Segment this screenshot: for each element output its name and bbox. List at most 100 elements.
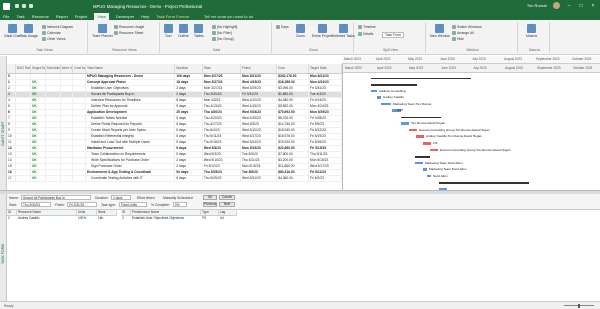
pred-row-name[interactable]: Establish User Objectives Objectives <box>131 216 201 221</box>
target-indicator[interactable]: OK <box>30 175 46 182</box>
task-usage-button[interactable]: Task Usage <box>20 24 38 38</box>
highlight-dropdown[interactable]: [No Highlight] <box>212 25 237 29</box>
target-date[interactable]: Fri 6/2/23 <box>308 175 342 182</box>
gantt-bar[interactable] <box>439 182 529 184</box>
pred-row-id[interactable]: 2 <box>121 216 131 221</box>
zoom-button[interactable]: Zoom <box>296 24 305 38</box>
timeline-checkbox[interactable]: Timeline <box>358 25 376 29</box>
cancel-button[interactable]: Cancel <box>219 195 235 200</box>
gantt-chart-button[interactable]: Gantt Chart <box>4 24 22 38</box>
save-icon[interactable] <box>15 4 19 8</box>
task-name[interactable]: Coordinate Testing Activities with IT <box>85 175 176 182</box>
gantt-bar[interactable] <box>415 156 430 158</box>
col-cost-ind-header[interactable]: Cost Ind. <box>72 64 87 74</box>
tab-project[interactable]: Project <box>75 14 87 19</box>
switch-windows-button[interactable]: Switch Windows <box>452 25 482 29</box>
next-button[interactable]: Next <box>219 202 235 207</box>
col-id-header[interactable] <box>7 64 17 74</box>
gantt-bar[interactable] <box>401 122 409 125</box>
col-start-header[interactable]: Start <box>202 64 242 74</box>
tab-task-form-format[interactable]: Task Form Format <box>156 14 188 19</box>
details-checkbox[interactable]: Details <box>358 32 373 36</box>
undo-icon[interactable] <box>22 4 26 8</box>
tab-file[interactable]: File <box>3 14 9 19</box>
gantt-bar[interactable] <box>423 168 427 171</box>
timeline-strip[interactable]: March 2023 April 2023 May 2023 June 2023… <box>342 56 600 64</box>
team-planner-button[interactable]: Team Planner <box>92 24 113 38</box>
tab-task[interactable]: Task <box>16 14 24 19</box>
selected-tasks-button[interactable]: Selected Tasks <box>332 24 355 38</box>
start-date[interactable]: Thu 5/25/23 <box>202 175 242 182</box>
col-schedule-header[interactable]: Schedule Ind. <box>45 64 61 74</box>
manually-scheduled-checkbox[interactable]: Manually Scheduled <box>163 196 193 200</box>
gantt-bar[interactable] <box>423 142 431 145</box>
res-row-work[interactable]: 16h <box>97 216 117 221</box>
tab-report[interactable]: Report <box>56 14 68 19</box>
res-row-name[interactable]: Andrey Castillo <box>17 216 77 221</box>
effort-driven-checkbox[interactable]: Effort driven <box>137 196 155 200</box>
tab-help[interactable]: Help <box>141 14 149 19</box>
hide-button[interactable]: Hide <box>452 37 464 41</box>
tables-button[interactable]: Tables <box>194 24 204 38</box>
finish-field[interactable]: Fri 3/31/23 <box>67 202 97 207</box>
zoom-slider-handle[interactable] <box>578 303 580 308</box>
res-row-units[interactable]: 100% <box>77 216 97 221</box>
schedule-indicator[interactable] <box>45 175 61 182</box>
task-type-dropdown[interactable]: Fixed Units <box>119 202 147 207</box>
gantt-bar[interactable] <box>416 135 424 138</box>
col-task-name-header[interactable]: Task Name <box>85 64 176 74</box>
gantt-bar[interactable] <box>409 128 417 132</box>
redo-icon[interactable] <box>29 4 33 8</box>
pred-row-lag[interactable]: 0d <box>219 216 237 221</box>
col-finish-header[interactable]: Finish <box>240 64 278 74</box>
gantt-bar[interactable] <box>381 102 391 106</box>
res-row-id[interactable]: 2 <box>7 216 17 221</box>
gantt-bar[interactable] <box>430 148 438 152</box>
sort-button[interactable]: Sort <box>164 24 173 38</box>
tab-developer[interactable]: Developer <box>116 14 134 19</box>
avatar[interactable] <box>553 2 560 9</box>
tab-resource[interactable]: Resource <box>32 14 49 19</box>
cost[interactable]: $4,360.00 <box>276 175 309 182</box>
gantt-bar[interactable] <box>371 77 471 80</box>
maximize-icon[interactable]: □ <box>578 3 584 9</box>
tab-view[interactable]: View <box>94 12 109 20</box>
gantt-bar[interactable] <box>377 96 381 99</box>
col-work-header[interactable]: Work Ind. <box>60 64 74 74</box>
timescale-dropdown[interactable]: Days <box>276 25 289 29</box>
group-by-dropdown[interactable]: [No Group] <box>212 37 234 41</box>
col-duration-header[interactable]: Duration <box>174 64 203 74</box>
close-icon[interactable]: × <box>590 3 596 9</box>
pred-row-type[interactable]: FS <box>201 216 219 221</box>
resource-sheet-button[interactable]: Resource Sheet <box>114 31 143 35</box>
start-field[interactable]: Thu 3/30/23 <box>21 202 51 207</box>
macros-button[interactable]: Macros <box>526 24 537 38</box>
new-window-button[interactable]: New Window <box>430 24 450 38</box>
task-name-field[interactable]: Secure All Participants Buy In <box>21 195 91 200</box>
gantt-bar[interactable] <box>371 84 417 86</box>
col-target-date-header[interactable]: Target Date <box>308 64 342 74</box>
work-indicator[interactable] <box>60 175 74 182</box>
other-views-button[interactable]: Other Views <box>42 37 65 41</box>
resource-usage-button[interactable]: Resource Usage <box>114 25 144 29</box>
cost-indicator[interactable] <box>72 175 87 182</box>
gantt-bar[interactable] <box>371 89 377 93</box>
gantt-bar[interactable] <box>415 161 423 165</box>
duration-field[interactable]: 2 days <box>111 195 131 200</box>
entire-project-button[interactable]: Entire Project <box>312 24 332 38</box>
tell-me-search[interactable]: Tell me what you want to do <box>204 14 253 19</box>
gantt-chart[interactable]: March 2023 April 2023 May 2023 June 2023… <box>342 64 600 190</box>
percent-complete-field[interactable]: 0% <box>173 202 187 207</box>
duration[interactable]: 5 days <box>174 175 203 182</box>
details-dropdown[interactable]: Task Form <box>382 32 404 38</box>
calendar-button[interactable]: Calendar <box>42 31 61 35</box>
col-rag-header[interactable]: RAG Rating <box>15 64 31 74</box>
minimize-icon[interactable]: – <box>566 3 572 9</box>
network-diagram-button[interactable]: Network Diagram <box>42 25 73 29</box>
filter-dropdown[interactable]: [No Filter] <box>212 31 232 35</box>
rag-cell[interactable] <box>15 175 31 182</box>
col-target-header[interactable]: Target Date <box>30 64 46 74</box>
row-id[interactable]: 17 <box>7 175 17 182</box>
arrange-all-button[interactable]: Arrange All <box>452 31 474 35</box>
finish-date[interactable]: Wed 5/31/23 <box>240 175 278 182</box>
